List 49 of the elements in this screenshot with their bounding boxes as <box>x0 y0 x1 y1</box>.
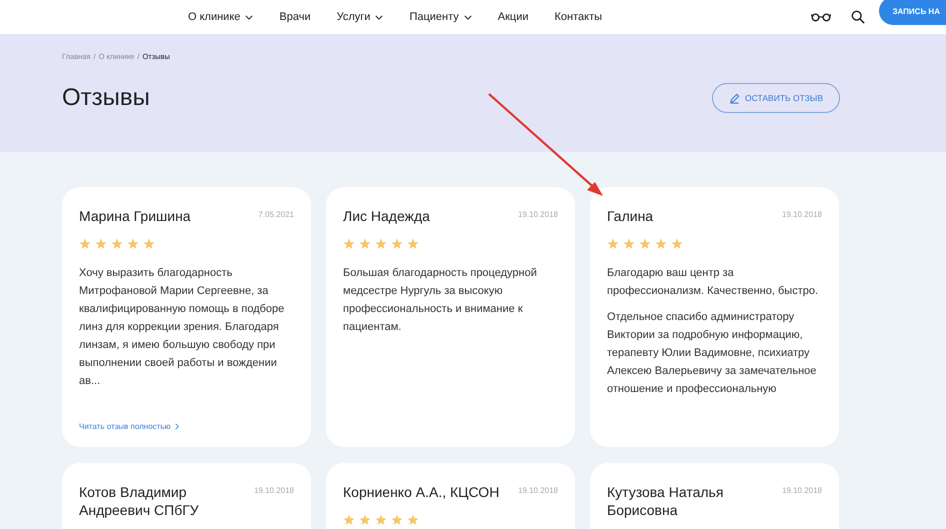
filled-star-icon <box>143 238 155 250</box>
filled-star-icon <box>127 238 139 250</box>
review-author: Лис Надежда <box>343 207 430 225</box>
page-title: Отзывы <box>62 84 150 112</box>
filled-star-icon <box>607 238 619 250</box>
filled-star-icon <box>359 514 371 526</box>
nav-link[interactable]: Акции <box>498 7 529 27</box>
chevron-right-icon <box>174 423 179 430</box>
nav-link[interactable]: О клинике <box>188 7 254 27</box>
review-text: Благодарю ваш центр за профессионализм. Качественно, быстро. <box>607 266 820 299</box>
filled-star-icon <box>407 514 419 526</box>
search-icon[interactable] <box>850 10 864 24</box>
filled-star-icon <box>639 238 651 250</box>
nav-link[interactable]: Услуги <box>336 7 384 27</box>
read-more-link[interactable]: Читать отзыв полностью <box>79 422 294 431</box>
nav-link[interactable]: Врачи <box>279 7 311 27</box>
filled-star-icon <box>391 514 403 526</box>
filled-star-icon <box>623 238 635 250</box>
filled-star-icon <box>671 238 683 250</box>
nav-link[interactable]: Контакты <box>554 7 602 27</box>
review-date: 19.10.2018 <box>518 209 558 219</box>
filled-star-icon <box>375 514 387 526</box>
appointment-button[interactable]: ЗАПИСЬ НА <box>878 0 946 25</box>
review-author: Котов Владимир Андреевич СПбГУ <box>79 483 200 519</box>
filled-star-icon <box>655 238 667 250</box>
review-date: 19.10.2018 <box>782 209 822 219</box>
filled-star-icon <box>391 238 403 250</box>
review-text: Отдельное спасибо администратору Виктории за подробную информацию, терапевту Юлии Вадимовне, психиатру Алексею Валерьевичу за замечательное отношение и профессиональную <box>607 310 818 397</box>
filled-star-icon <box>95 238 107 250</box>
filled-star-icon <box>407 238 419 250</box>
review-text: Хочу выразить благодарность Митрофановой Марии Сергеевне, за квалифицированную помощь в подборе линз для коррекции зрения. Благодаря линзам, я имею большую свободу при выполнении своей работы и вождении ав... <box>79 266 286 389</box>
filled-star-icon <box>359 238 371 250</box>
glasses-icon[interactable] <box>810 12 830 22</box>
filled-star-icon <box>79 238 91 250</box>
review-date: 19.10.2018 <box>782 485 822 495</box>
filled-star-icon <box>343 238 355 250</box>
pencil-icon <box>729 92 740 104</box>
filled-star-icon <box>375 238 387 250</box>
review-text: Большая благодарность процедурной медсестре Нургуль за высокую профессиональность и внимание к пациентам. <box>343 266 538 335</box>
review-date: 19.10.2018 <box>518 485 558 495</box>
review-author: Марина Гришина <box>79 207 191 225</box>
filled-star-icon <box>343 514 355 526</box>
filled-star-icon <box>111 238 123 250</box>
nav-link[interactable]: Пациенту <box>409 7 472 27</box>
review-author: Галина <box>607 207 654 225</box>
review-date: 7.05.2021 <box>258 209 294 219</box>
review-date: 19.10.2018 <box>254 485 294 495</box>
review-author: Кутузова Наталья Борисовна <box>607 483 724 519</box>
review-author: Корниенко А.А., КЦСОН <box>343 483 500 501</box>
